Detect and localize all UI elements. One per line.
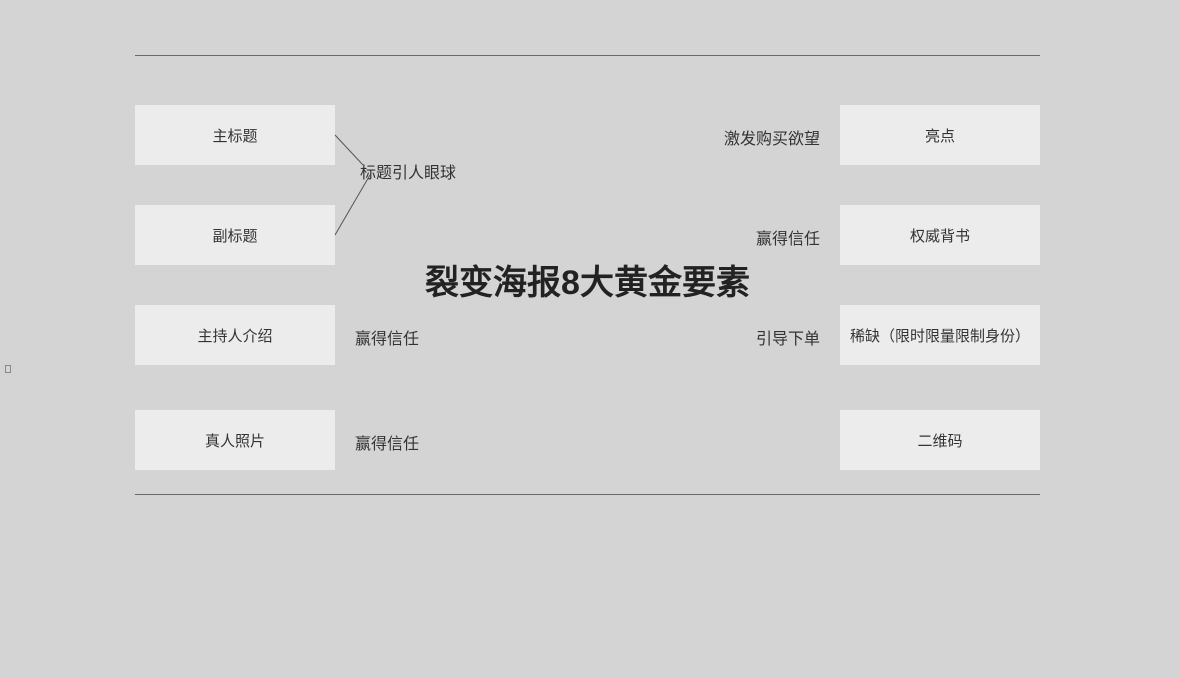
left-box-subtitle: 副标题 xyxy=(135,205,335,265)
connector-lines xyxy=(335,105,375,265)
right-box-scarcity: 稀缺（限时限量限制身份） xyxy=(840,305,1040,365)
right-box-qrcode: 二维码 xyxy=(840,410,1040,470)
right-label-row2: 赢得信任 xyxy=(756,225,820,249)
right-box-highlight: 亮点 xyxy=(840,105,1040,165)
box-label: 亮点 xyxy=(925,125,955,146)
center-title: 裂变海报8大黄金要素 xyxy=(425,255,750,304)
diagram-canvas: 裂变海报8大黄金要素 主标题 副标题 主持人介绍 真人照片 亮点 权威背书 稀缺… xyxy=(135,55,1040,495)
right-box-authority: 权威背书 xyxy=(840,205,1040,265)
right-label-row3: 引导下单 xyxy=(756,325,820,349)
box-label: 真人照片 xyxy=(205,430,265,451)
top-divider xyxy=(135,55,1040,56)
box-label: 主持人介绍 xyxy=(197,325,272,346)
box-label: 稀缺（限时限量限制身份） xyxy=(850,325,1030,346)
box-label: 副标题 xyxy=(212,225,257,246)
left-label-row3: 赢得信任 xyxy=(355,325,419,349)
box-label: 二维码 xyxy=(917,430,962,451)
right-label-row1: 激发购买欲望 xyxy=(724,125,820,149)
box-label: 权威背书 xyxy=(910,225,970,246)
box-label: 主标题 xyxy=(212,125,257,146)
selection-marker xyxy=(5,365,11,373)
left-box-main-title: 主标题 xyxy=(135,105,335,165)
left-box-host-intro: 主持人介绍 xyxy=(135,305,335,365)
left-box-real-photo: 真人照片 xyxy=(135,410,335,470)
left-shared-label: 标题引人眼球 xyxy=(360,159,456,183)
bottom-divider xyxy=(135,494,1040,495)
left-label-row4: 赢得信任 xyxy=(355,430,419,454)
